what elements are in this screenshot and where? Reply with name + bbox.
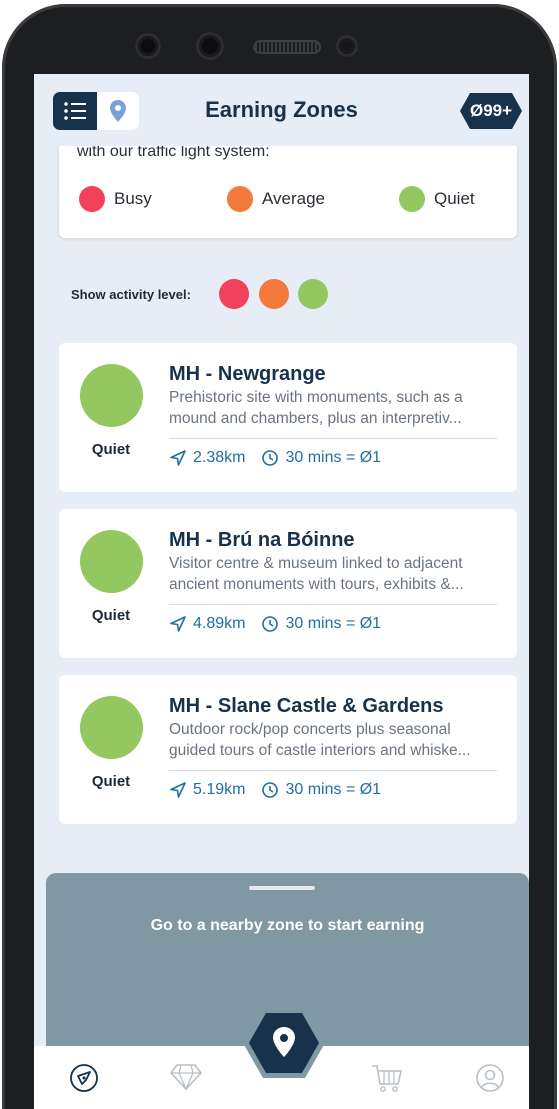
zone-card[interactable]: Quiet MH - Slane Castle & Gardens Outdoo… xyxy=(59,675,517,824)
zone-card[interactable]: Quiet MH - Newgrange Prehistoric site wi… xyxy=(59,343,517,492)
legend-label: Busy xyxy=(114,189,152,208)
sheet-message: Go to a nearby zone to start earning xyxy=(150,917,425,934)
legend-label: Quiet xyxy=(434,189,475,208)
front-camera xyxy=(199,35,221,57)
divider xyxy=(169,604,497,605)
camera-sensor xyxy=(138,36,158,56)
map-fab-button[interactable] xyxy=(239,999,329,1089)
busy-dot xyxy=(79,186,105,212)
average-dot xyxy=(227,186,253,212)
zone-reward: 30 mins = Ø1 xyxy=(285,781,382,798)
proximity-sensor xyxy=(339,38,355,54)
navigation-arrow-icon xyxy=(170,782,186,798)
legend-item-busy: Busy xyxy=(79,186,152,212)
activity-indicator xyxy=(80,364,143,427)
zone-name: MH - Slane Castle & Gardens xyxy=(169,695,444,717)
compass-icon[interactable] xyxy=(69,1063,99,1093)
zone-name: MH - Brú na Bóinne xyxy=(169,529,355,551)
balance-value: Ø99+ xyxy=(469,101,513,120)
clock-icon xyxy=(262,450,279,466)
app-header: Earning Zones Ø99+ xyxy=(34,74,529,146)
traffic-light-legend-card: with our traffic light system: Busy Aver… xyxy=(59,134,517,238)
phone-top-bezel xyxy=(0,0,559,80)
legend-label: Average xyxy=(262,189,326,208)
clock-icon xyxy=(262,782,279,798)
activity-average-toggle[interactable] xyxy=(259,279,289,309)
sheet-drag-handle[interactable] xyxy=(249,886,315,890)
zone-distance: 5.19km xyxy=(193,781,246,798)
legend-item-quiet: Quiet xyxy=(399,186,475,212)
divider xyxy=(169,438,497,439)
legend-item-average: Average xyxy=(227,186,325,212)
zone-status: Quiet xyxy=(91,441,131,458)
balance-badge[interactable]: Ø99+ xyxy=(460,93,522,129)
zone-description-line: Prehistoric site with monuments, such as… xyxy=(169,389,463,406)
activity-indicator xyxy=(80,530,143,593)
zone-description-line: Outdoor rock/pop concerts plus seasonal xyxy=(169,721,451,738)
zone-name: MH - Newgrange xyxy=(169,363,326,385)
zone-description: Visitor centre & museum linked to adjace… xyxy=(169,553,499,595)
zone-description: Prehistoric site with monuments, such as… xyxy=(169,387,499,429)
activity-busy-toggle[interactable] xyxy=(219,279,249,309)
diamond-icon[interactable] xyxy=(170,1063,202,1091)
navigation-arrow-icon xyxy=(170,450,186,466)
zone-reward: 30 mins = Ø1 xyxy=(285,449,382,466)
activity-indicator xyxy=(80,696,143,759)
page-title: Earning Zones xyxy=(205,97,358,122)
zone-description-line: guided tours of castle interiors and whi… xyxy=(169,742,471,759)
zone-meta: 2.38km 30 mins = Ø1 xyxy=(169,449,381,467)
cart-icon[interactable] xyxy=(371,1063,403,1093)
zone-status: Quiet xyxy=(91,773,131,790)
activity-quiet-toggle[interactable] xyxy=(298,279,328,309)
app-screen: with our traffic light system: Busy Aver… xyxy=(34,74,529,1109)
zone-meta: 5.19km 30 mins = Ø1 xyxy=(169,781,381,799)
quiet-dot xyxy=(399,186,425,212)
zone-card[interactable]: Quiet MH - Brú na Bóinne Visitor centre … xyxy=(59,509,517,658)
location-pin-icon xyxy=(243,1008,325,1078)
earpiece-speaker xyxy=(253,40,321,54)
zone-description-line: mound and chambers, plus an interpretiv.… xyxy=(169,410,462,427)
zone-distance: 4.89km xyxy=(193,615,246,632)
navigation-arrow-icon xyxy=(170,616,186,632)
divider xyxy=(169,770,497,771)
zone-reward: 30 mins = Ø1 xyxy=(285,615,382,632)
zone-status: Quiet xyxy=(91,607,131,624)
zone-description: Outdoor rock/pop concerts plus seasonal … xyxy=(169,719,499,761)
clock-icon xyxy=(262,616,279,632)
zone-meta: 4.89km 30 mins = Ø1 xyxy=(169,615,381,633)
zone-distance: 2.38km xyxy=(193,449,246,466)
zone-description-line: Visitor centre & museum linked to adjace… xyxy=(169,555,463,572)
activity-level-label: Show activity level: xyxy=(71,287,191,302)
profile-icon[interactable] xyxy=(475,1063,505,1093)
zone-description-line: ancient monuments with tours, exhibits &… xyxy=(169,576,464,593)
